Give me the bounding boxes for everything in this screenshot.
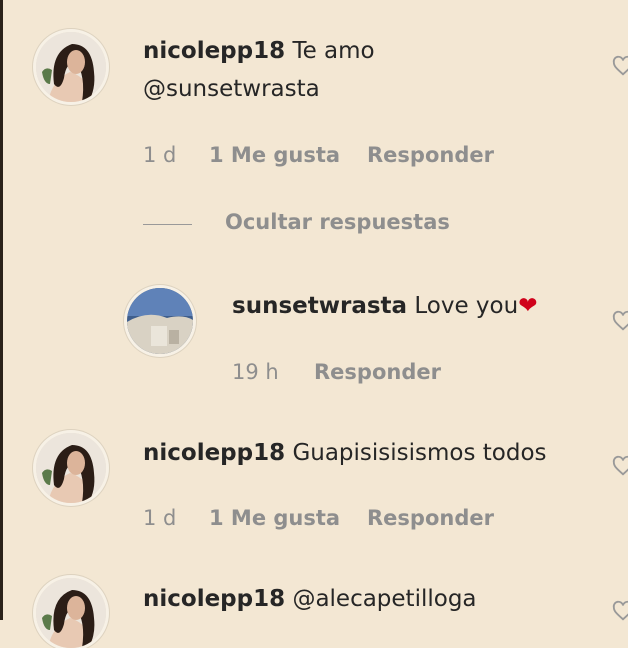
reply-username[interactable]: sunsetwrasta [232, 293, 407, 319]
comment-username[interactable]: nicolepp18 [143, 440, 285, 466]
avatar-nicolepp18[interactable] [36, 578, 106, 648]
avatar-photo [36, 32, 106, 102]
reply-button[interactable]: Responder [367, 506, 494, 530]
comment-body: nicolepp18 Guapisisisismos todos [143, 440, 547, 466]
reply-text: Love you [414, 293, 519, 319]
comment-username[interactable]: nicolepp18 [143, 586, 285, 612]
comment-text: Te amo [292, 38, 375, 64]
reply-button[interactable]: Responder [314, 360, 441, 384]
hide-replies-button[interactable]: Ocultar respuestas [225, 210, 450, 234]
avatar-nicolepp18[interactable] [36, 32, 106, 102]
reply-body: sunsetwrasta Love you❤ [232, 293, 537, 319]
comment-time: 1 d [143, 506, 177, 530]
like-heart-icon[interactable] [612, 600, 628, 622]
avatar-photo [36, 578, 106, 648]
avatar-nicolepp18[interactable] [36, 433, 106, 503]
reply-button[interactable]: Responder [367, 143, 494, 167]
comment-username[interactable]: nicolepp18 [143, 38, 285, 64]
likes-count[interactable]: 1 Me gusta [209, 506, 340, 530]
avatar-photo [127, 288, 193, 354]
comment-text: Guapisisisismos todos [292, 440, 547, 466]
red-heart-emoji: ❤ [518, 293, 538, 319]
like-heart-icon[interactable] [612, 455, 628, 477]
replies-divider-line [143, 224, 192, 225]
reply-time: 19 h [232, 360, 279, 384]
comment-mention[interactable]: @sunsetwrasta [143, 76, 320, 102]
avatar-sunsetwrasta[interactable] [127, 288, 193, 354]
like-heart-icon[interactable] [612, 310, 628, 332]
comment-body: nicolepp18 @alecapetilloga [143, 586, 477, 612]
avatar-photo [36, 433, 106, 503]
comment-text[interactable]: @alecapetilloga [292, 586, 476, 612]
comment-body: nicolepp18 Te amo [143, 38, 375, 64]
like-heart-icon[interactable] [612, 55, 628, 77]
window-edge [0, 0, 3, 620]
comment-time: 1 d [143, 143, 177, 167]
likes-count[interactable]: 1 Me gusta [209, 143, 340, 167]
